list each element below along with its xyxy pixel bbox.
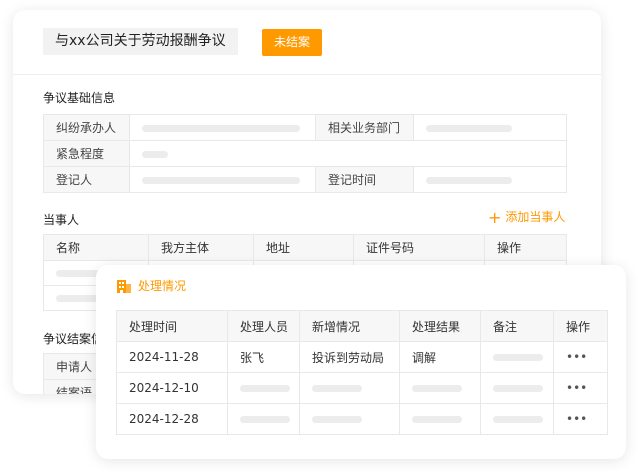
field-label: 登记人 (43, 166, 130, 193)
more-icon[interactable]: ••• (553, 341, 608, 373)
field-label: 相关业务部门 (315, 114, 414, 141)
basic-info-title: 争议基础信息 (43, 91, 116, 105)
result-cell: 调解 (399, 341, 481, 373)
column-header: 处理结果 (399, 310, 481, 342)
table-row: 2024-11-28 张飞 投诉到劳动局 调解 ••• (116, 341, 608, 373)
building-icon (117, 280, 131, 293)
note-cell (480, 403, 554, 435)
person-cell (227, 403, 300, 435)
more-icon[interactable]: ••• (553, 372, 608, 404)
time-cell: 2024-12-28 (116, 403, 228, 435)
parties-title: 当事人 (43, 213, 80, 227)
table-row: 2024-12-28 ••• (116, 403, 608, 435)
column-header: 证件号码 (353, 234, 485, 261)
add-party-label: 添加当事人 (505, 210, 566, 224)
settlement-title: 争议结案信 (43, 332, 104, 346)
situation-cell: 投诉到劳动局 (299, 341, 400, 373)
note-cell (480, 341, 554, 373)
table-row: 2024-12-10 ••• (116, 372, 608, 404)
case-header: 与xx公司关于劳动报酬争议 未结案 (13, 10, 601, 75)
column-header: 处理时间 (116, 310, 228, 342)
table-row: 紧急程度 (43, 140, 567, 167)
field-value (413, 166, 567, 193)
field-value (413, 114, 567, 141)
processing-table: 处理时间 处理人员 新增情况 处理结果 备注 操作 2024-11-28 张飞 … (116, 310, 608, 435)
add-party-button[interactable]: + 添加当事人 (488, 208, 565, 227)
field-label: 登记时间 (315, 166, 414, 193)
basic-info-table: 纠纷承办人 相关业务部门 紧急程度 登记人 登记时间 (43, 114, 567, 193)
case-title: 与xx公司关于劳动报酬争议 (43, 28, 238, 55)
field-label: 纠纷承办人 (43, 114, 130, 141)
column-header: 处理人员 (227, 310, 300, 342)
processing-title: 处理情况 (116, 277, 186, 294)
field-value (129, 166, 316, 193)
column-header: 备注 (480, 310, 554, 342)
situation-cell (299, 372, 400, 404)
time-cell: 2024-11-28 (116, 341, 228, 373)
column-header: 新增情况 (299, 310, 400, 342)
field-label: 紧急程度 (43, 140, 130, 167)
column-header: 地址 (253, 234, 354, 261)
column-header: 名称 (43, 234, 149, 261)
status-badge: 未结案 (262, 29, 322, 56)
time-cell: 2024-12-10 (116, 372, 228, 404)
person-cell: 张飞 (227, 341, 300, 373)
table-header-row: 名称 我方主体 地址 证件号码 操作 (43, 234, 567, 261)
field-value (129, 114, 316, 141)
table-row: 登记人 登记时间 (43, 166, 567, 193)
result-cell (399, 372, 481, 404)
column-header: 操作 (553, 310, 608, 342)
column-header: 操作 (484, 234, 567, 261)
processing-card: 处理情况 处理时间 处理人员 新增情况 处理结果 备注 操作 2024-11-2… (96, 265, 626, 459)
situation-cell (299, 403, 400, 435)
note-cell (480, 372, 554, 404)
table-header-row: 处理时间 处理人员 新增情况 处理结果 备注 操作 (116, 310, 608, 342)
plus-icon: + (488, 208, 502, 227)
person-cell (227, 372, 300, 404)
more-icon[interactable]: ••• (553, 403, 608, 435)
column-header: 我方主体 (148, 234, 254, 261)
table-row: 纠纷承办人 相关业务部门 (43, 114, 567, 141)
processing-title-label: 处理情况 (138, 279, 187, 293)
field-value (129, 140, 567, 167)
result-cell (399, 403, 481, 435)
